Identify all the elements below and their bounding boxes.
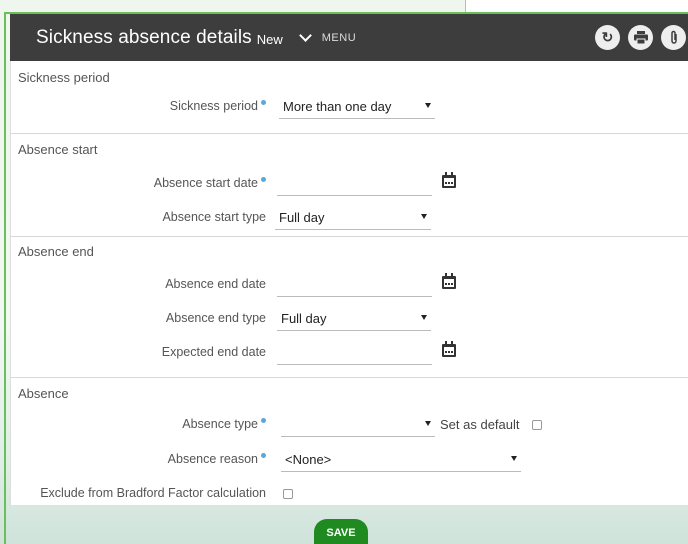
print-icon[interactable] — [628, 25, 653, 50]
section-title-absence: Absence — [18, 386, 69, 401]
calendar-icon[interactable] — [442, 273, 456, 289]
absence-start-type-select[interactable]: Full day — [275, 206, 431, 230]
section-title-sickness-period: Sickness period — [18, 70, 110, 85]
header-tools: ↻ — [595, 25, 686, 50]
row-absence-type: Absence type Set as default — [11, 413, 688, 437]
section-absence: Absence Absence type Set as default Abse… — [11, 377, 688, 505]
absence-end-type-select[interactable]: Full day — [277, 307, 431, 331]
caret-down-icon — [421, 214, 427, 219]
refresh-icon[interactable]: ↻ — [595, 25, 620, 50]
absence-start-type-label: Absence start type — [162, 210, 266, 224]
section-absence-start: Absence start Absence start date Absence… — [11, 133, 688, 236]
absence-end-date-label: Absence end date — [165, 277, 266, 291]
absence-end-date-input[interactable] — [277, 273, 432, 297]
absence-reason-label: Absence reason — [168, 452, 266, 466]
bradford-factor-label: Exclude from Bradford Factor calculation — [40, 486, 266, 500]
dialog-header: Sickness absence details New MENU ↻ — [10, 14, 688, 61]
sickness-period-select[interactable]: More than one day — [279, 95, 435, 119]
set-as-default-label: Set as default — [440, 417, 520, 432]
section-sickness-period: Sickness period Sickness period More tha… — [11, 61, 688, 133]
calendar-icon[interactable] — [442, 172, 456, 188]
menu-label: MENU — [321, 31, 357, 44]
row-absence-start-date: Absence start date — [11, 172, 688, 196]
absence-reason-select[interactable]: <None> — [281, 448, 521, 472]
absence-start-date-label: Absence start date — [154, 176, 266, 190]
menu-button[interactable]: MENU — [298, 28, 357, 44]
section-title-absence-start: Absence start — [18, 142, 98, 157]
caret-down-icon — [425, 103, 431, 108]
required-dot-icon — [261, 418, 266, 423]
caret-down-icon — [511, 456, 517, 461]
sickness-period-label: Sickness period — [170, 99, 266, 113]
required-dot-icon — [261, 453, 266, 458]
row-absence-end-date: Absence end date — [11, 273, 688, 297]
caret-down-icon — [425, 421, 431, 426]
row-absence-reason: Absence reason <None> — [11, 448, 688, 472]
absence-type-select[interactable] — [281, 413, 435, 437]
new-badge: New — [256, 32, 283, 47]
page-title: Sickness absence details — [36, 26, 252, 48]
required-dot-icon — [261, 177, 266, 182]
row-absence-end-type: Absence end type Full day — [11, 307, 688, 331]
calendar-icon[interactable] — [442, 341, 456, 357]
section-absence-end: Absence end Absence end date Absence end… — [11, 236, 688, 377]
row-absence-start-type: Absence start type Full day — [11, 206, 688, 230]
bradford-factor-checkbox[interactable] — [283, 489, 293, 499]
required-dot-icon — [261, 100, 266, 105]
absence-type-label: Absence type — [182, 417, 266, 431]
absence-start-date-input[interactable] — [277, 172, 432, 196]
expected-end-date-input[interactable] — [277, 341, 432, 365]
row-sickness-period: Sickness period More than one day — [11, 95, 688, 119]
expected-end-date-label: Expected end date — [161, 345, 266, 359]
absence-end-type-label: Absence end type — [165, 311, 266, 325]
form-panel: Sickness period Sickness period More tha… — [10, 61, 688, 505]
chevron-down-icon — [298, 28, 312, 42]
caret-down-icon — [421, 315, 427, 320]
row-bradford-factor: Exclude from Bradford Factor calculation — [11, 482, 688, 506]
save-button[interactable]: SAVE — [314, 519, 368, 544]
row-expected-end-date: Expected end date — [11, 341, 688, 365]
section-title-absence-end: Absence end — [18, 244, 94, 259]
paperclip-icon[interactable] — [661, 25, 686, 50]
set-as-default-checkbox[interactable] — [532, 420, 542, 430]
